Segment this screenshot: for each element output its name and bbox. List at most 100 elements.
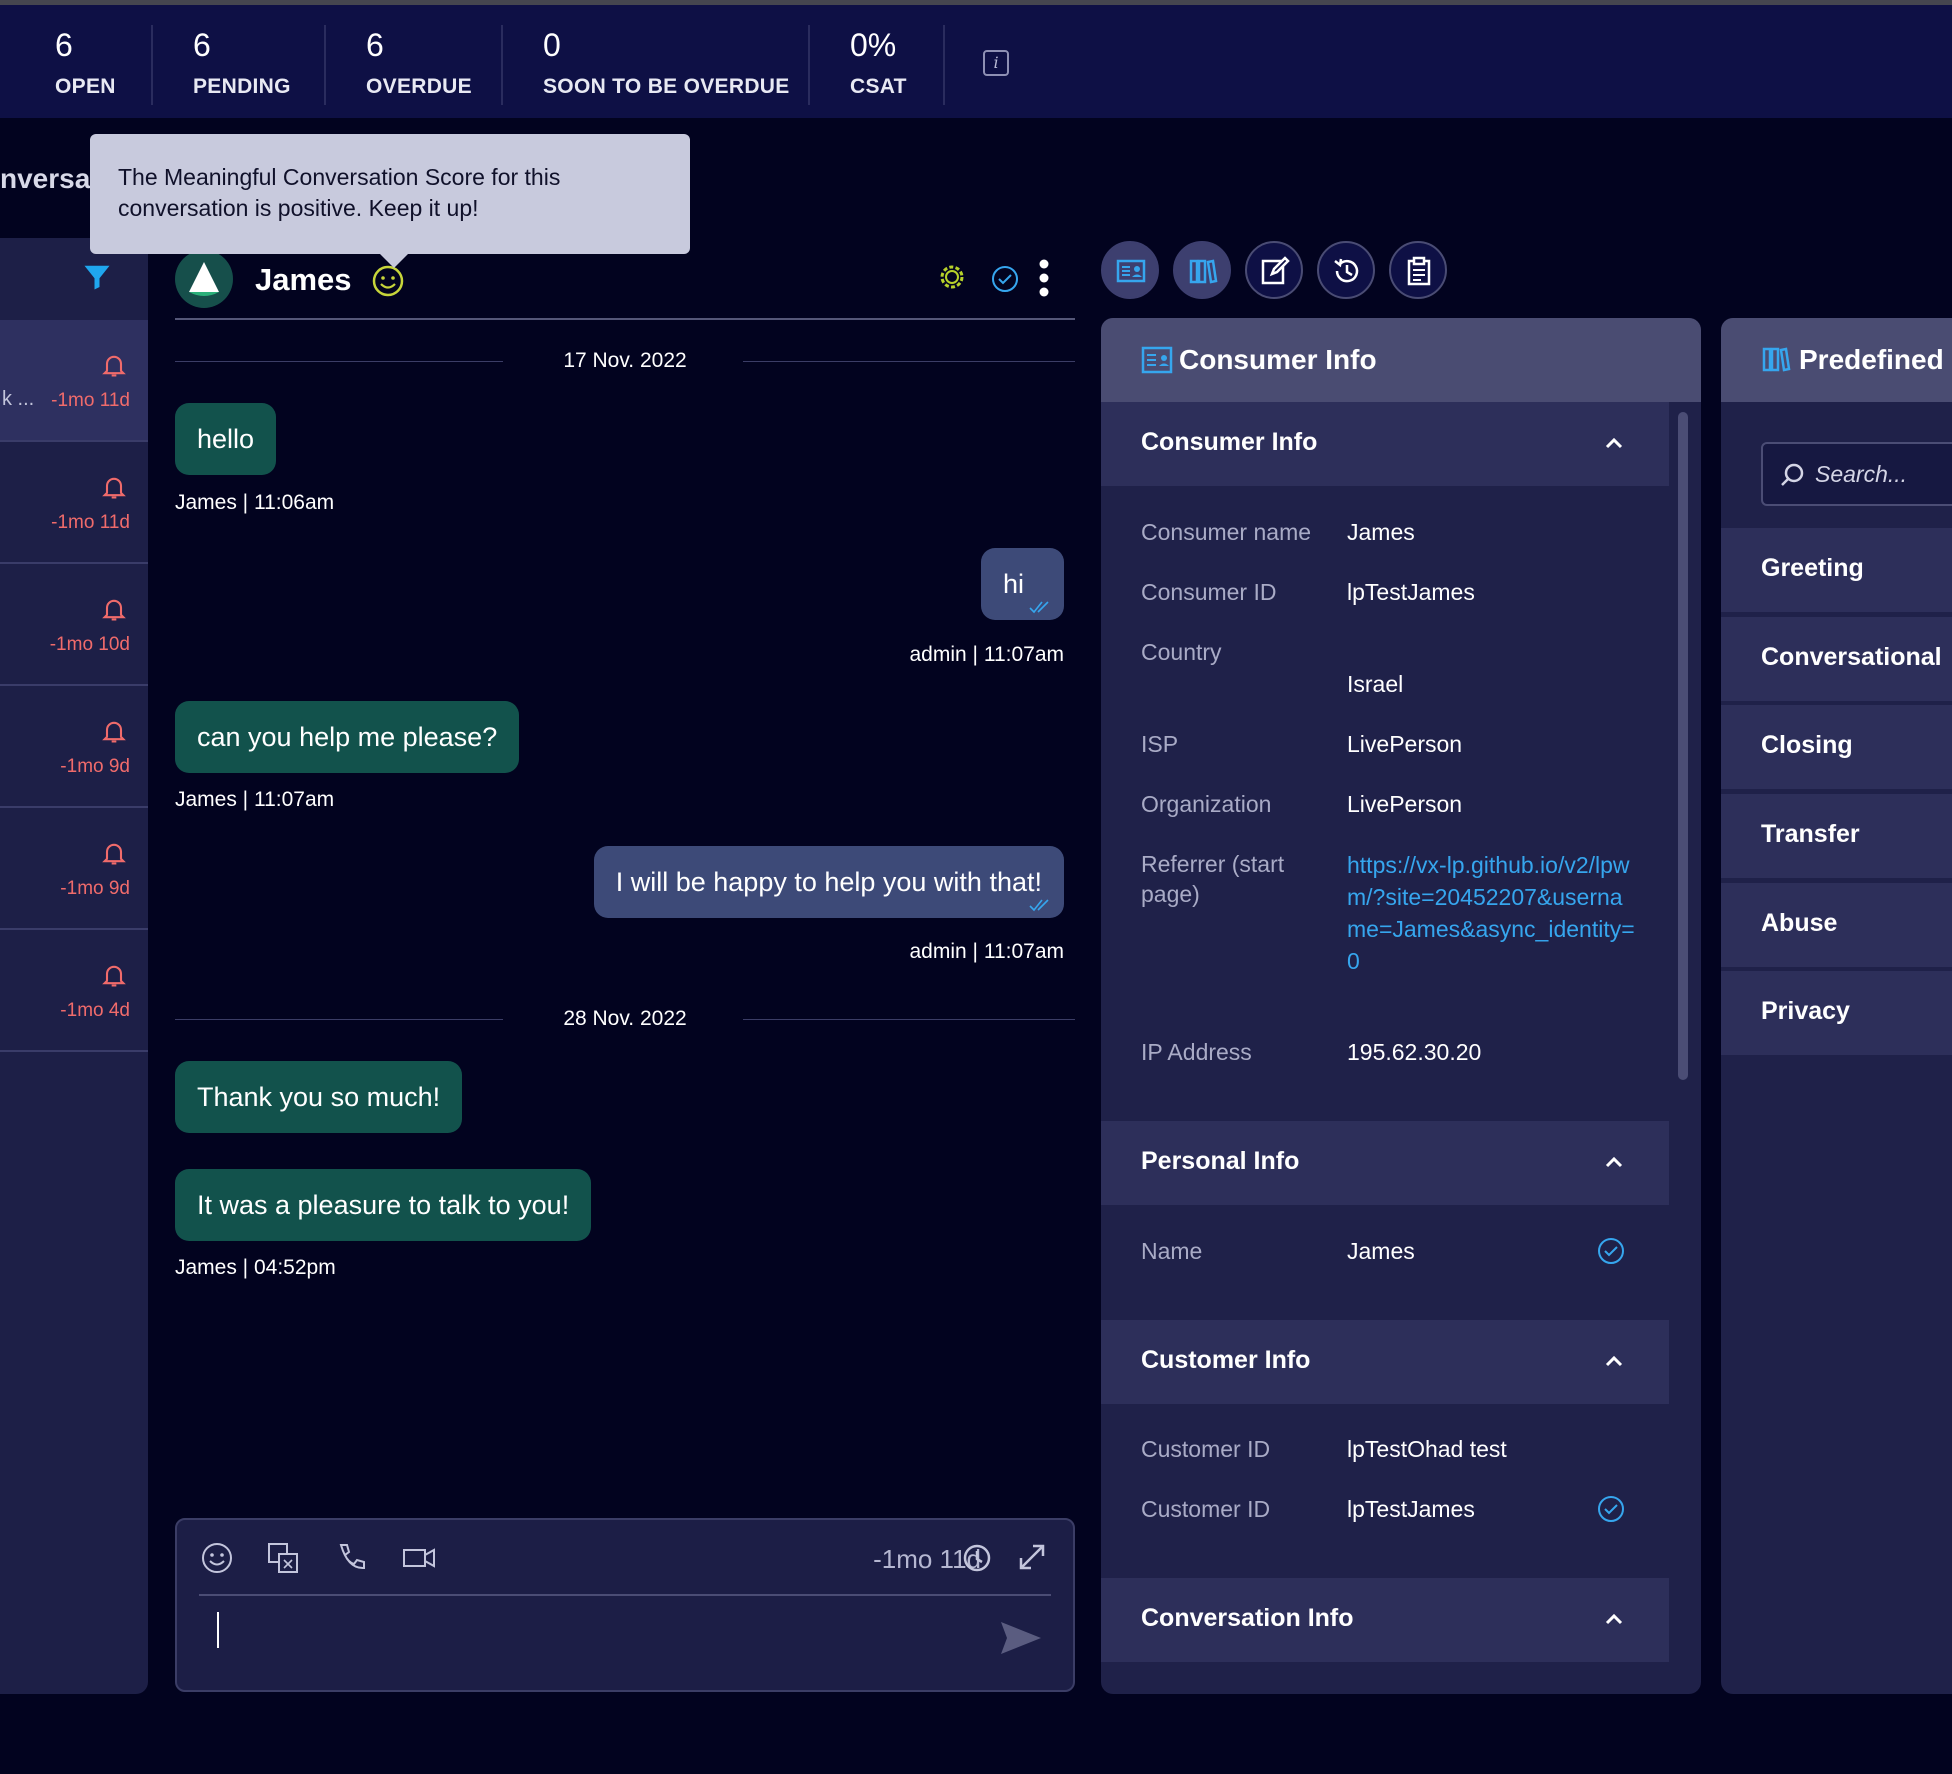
referrer-link[interactable]: https://vx-lp.github.io/v2/lpwm/?site=20… <box>1347 849 1637 977</box>
read-ticks-icon <box>1029 899 1049 912</box>
chat-header: James <box>175 248 1075 320</box>
category-label: Abuse <box>1761 909 1838 937</box>
field-label: Customer ID <box>1141 1496 1271 1522</box>
predefined-content-panel: Predefined C Search... Greeting Conversa… <box>1721 318 1952 1694</box>
check-circle-icon[interactable] <box>990 264 1020 294</box>
clock-icon <box>963 1544 991 1572</box>
phone-icon[interactable] <box>333 1540 369 1576</box>
conversation-time: -1mo 9d <box>60 756 130 777</box>
date-line <box>743 1019 1075 1020</box>
kpi-soon-overdue[interactable]: 0 SOON TO BE OVERDUE <box>543 27 790 99</box>
search-placeholder: Search... <box>1815 461 1908 487</box>
kpi-label: OPEN <box>55 75 116 98</box>
filter-icon[interactable] <box>82 262 112 292</box>
books-icon <box>1762 347 1791 372</box>
section-conversation-info[interactable]: Conversation Info <box>1101 1578 1669 1662</box>
gear-icon[interactable] <box>937 262 967 292</box>
text-cursor <box>217 1612 219 1648</box>
conversation-item[interactable]: -1mo 9d <box>0 808 148 930</box>
kpi-open[interactable]: 6 OPEN <box>55 27 116 99</box>
message-meta: James | 11:06am <box>175 491 335 514</box>
predefined-category-abuse[interactable]: Abuse <box>1721 883 1952 967</box>
tab-summary[interactable] <box>1389 241 1447 299</box>
conversation-time: -1mo 10d <box>49 634 130 655</box>
field-label: ISP <box>1141 731 1179 757</box>
tab-notes[interactable] <box>1245 241 1303 299</box>
predefined-category-closing[interactable]: Closing <box>1721 705 1952 789</box>
conversation-time: -1mo 11d <box>51 512 130 533</box>
bell-icon <box>102 355 126 377</box>
panel-title-bar: Consumer Info <box>1101 318 1701 402</box>
message-bubble-outbound: hi <box>980 548 1064 620</box>
section-title: Conversation Info <box>1141 1604 1354 1632</box>
category-label: Greeting <box>1761 554 1864 582</box>
conversation-time: -1mo 11d <box>51 390 130 411</box>
predefined-category-transfer[interactable]: Transfer <box>1721 794 1952 878</box>
section-consumer-info[interactable]: Consumer Info <box>1101 402 1669 486</box>
kpi-pending[interactable]: 6 PENDING <box>193 27 291 99</box>
mcs-tooltip: The Meaningful Conversation Score for th… <box>90 134 690 268</box>
conversation-item[interactable]: -1mo 9d <box>0 686 148 808</box>
kpi-bar: 6 OPEN 6 PENDING 6 OVERDUE 0 SOON TO BE … <box>0 0 1952 118</box>
check-circle-icon <box>1598 1496 1624 1522</box>
kpi-overdue[interactable]: 6 OVERDUE <box>366 27 472 99</box>
info-icon[interactable]: i <box>983 50 1009 76</box>
message-meta: James | 11:07am <box>175 788 335 811</box>
kpi-value: 6 <box>366 27 384 63</box>
check-circle-icon <box>1598 1238 1624 1264</box>
expand-icon[interactable] <box>1017 1542 1047 1572</box>
section-customer-info[interactable]: Customer Info <box>1101 1320 1669 1404</box>
kpi-divider <box>501 25 503 105</box>
chevron-up-icon[interactable] <box>1603 1151 1625 1173</box>
bell-icon <box>102 599 126 621</box>
conversation-item[interactable]: -1mo 4d <box>0 930 148 1052</box>
conversation-preview: k ... <box>2 388 35 410</box>
message-bubble-inbound: hello <box>175 403 277 475</box>
avatar[interactable] <box>175 250 233 308</box>
field-value: James <box>1347 1238 1415 1264</box>
conversation-item[interactable]: k ... -1mo 11d <box>0 320 148 442</box>
send-icon[interactable] <box>999 1620 1043 1656</box>
smiley-icon[interactable] <box>371 264 405 298</box>
emoji-icon[interactable] <box>199 1540 235 1576</box>
field-label: IP Address <box>1141 1039 1252 1065</box>
field-value: LivePerson <box>1347 731 1463 757</box>
chevron-up-icon[interactable] <box>1603 1608 1625 1630</box>
conversation-item[interactable]: -1mo 11d <box>0 442 148 564</box>
more-vertical-icon[interactable] <box>1037 258 1051 298</box>
conversation-time: -1mo 4d <box>60 1000 130 1021</box>
books-icon <box>1189 259 1218 284</box>
message-input[interactable] <box>199 1608 979 1668</box>
field-value: lpTestJames <box>1347 1496 1475 1522</box>
section-personal-info[interactable]: Personal Info <box>1101 1121 1669 1205</box>
predefined-search-input[interactable]: Search... <box>1761 442 1952 506</box>
chevron-up-icon[interactable] <box>1603 1350 1625 1372</box>
chevron-up-icon[interactable] <box>1603 432 1625 454</box>
message-composer: -1mo 11d <box>175 1518 1075 1692</box>
conversation-list: k ... -1mo 11d -1mo 11d -1mo 10d -1mo 9d… <box>0 238 148 1694</box>
kpi-label: OVERDUE <box>366 75 472 98</box>
field-label: Name <box>1141 1238 1203 1264</box>
tab-history[interactable] <box>1317 241 1375 299</box>
scrollbar[interactable] <box>1678 412 1688 1080</box>
kpi-value: 6 <box>193 27 211 63</box>
panel-title-bar: Predefined C <box>1721 318 1952 402</box>
video-icon[interactable] <box>401 1540 437 1576</box>
translate-icon[interactable] <box>265 1540 301 1576</box>
predefined-category-conversational[interactable]: Conversational <box>1721 617 1952 701</box>
predefined-category-privacy[interactable]: Privacy <box>1721 971 1952 1055</box>
kpi-csat[interactable]: 0% CSAT <box>850 27 907 99</box>
kpi-divider <box>943 25 945 105</box>
field-label: Organization <box>1141 791 1272 817</box>
conversations-heading: nversati <box>0 163 92 194</box>
clipboard-icon <box>1407 256 1431 286</box>
consumer-card-icon <box>1116 259 1146 283</box>
tab-consumer-info[interactable] <box>1101 241 1159 299</box>
message-meta: admin | 11:07am <box>909 940 1065 963</box>
tab-predefined-content[interactable] <box>1173 241 1231 299</box>
category-label: Conversational <box>1761 643 1942 671</box>
field-value: Israel <box>1347 671 1404 697</box>
predefined-category-greeting[interactable]: Greeting <box>1721 528 1952 612</box>
conversation-item[interactable]: -1mo 10d <box>0 564 148 686</box>
message-text: I will be happy to help you with that! <box>615 867 1042 897</box>
